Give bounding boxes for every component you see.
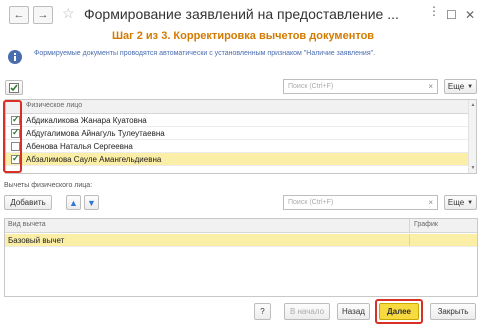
help-label: ?	[260, 307, 265, 316]
move-down-button[interactable]: ▼	[84, 195, 99, 210]
deductions-table: Вид вычета График Базовый вычет	[4, 218, 478, 297]
star-icon[interactable]: ☆	[62, 5, 75, 22]
table-header: Физическое лицо	[6, 100, 468, 114]
employee-name: Абдикаликова Жанара Куатовна	[26, 116, 147, 125]
deduction-name: Базовый вычет	[8, 236, 65, 245]
move-up-button[interactable]: ▲	[66, 195, 81, 210]
next-highlight	[375, 299, 423, 324]
maximize-icon[interactable]: ☐	[446, 8, 457, 22]
table-row[interactable]: Абзалимова Сауле Амангельдиевна	[6, 153, 468, 166]
more-button-label: Еще	[447, 198, 465, 207]
employee-name: Абзалимова Сауле Амангельдиевна	[26, 155, 162, 164]
search-input[interactable]: Поиск (Ctrl+F) ×	[283, 79, 438, 94]
employee-name: Абенова Наталья Сергеевна	[26, 142, 133, 151]
forward-button[interactable]: →	[33, 6, 53, 24]
column-divider	[409, 234, 410, 246]
scroll-down-icon[interactable]: ▼	[469, 164, 476, 172]
clear-icon[interactable]: ×	[428, 198, 433, 207]
chevron-down-icon: ▼	[467, 83, 474, 90]
info-text: Формируемые документы проводятся автомат…	[34, 50, 376, 57]
table-row[interactable]: Базовый вычет	[5, 234, 477, 247]
back-step-button[interactable]: Назад	[337, 303, 370, 320]
employees-table: Физическое лицо Абдикаликова Жанара Куат…	[5, 99, 477, 174]
back-button[interactable]: ←	[9, 6, 29, 24]
column-header-deduction: Вид вычета	[8, 221, 46, 228]
info-icon	[8, 50, 22, 64]
start-label: В начало	[289, 307, 325, 316]
chevron-down-icon: ▼	[467, 199, 474, 206]
check-list-icon	[9, 82, 19, 93]
table-header: Вид вычета График	[5, 219, 477, 233]
step-title: Шаг 2 из 3. Корректировка вычетов докуме…	[111, 30, 375, 42]
table-row[interactable]: Абдикаликова Жанара Куатовна	[6, 114, 468, 127]
arrow-right-icon: →	[37, 9, 49, 21]
search-placeholder: Поиск (Ctrl+F)	[288, 83, 334, 90]
table-row[interactable]: Абдугалимова Айнагуль Тулеутаевна	[6, 127, 468, 140]
arrow-down-icon: ▼	[87, 197, 96, 208]
check-all-button[interactable]	[5, 80, 23, 95]
close-button[interactable]: Закрыть	[430, 303, 476, 320]
scroll-up-icon[interactable]: ▲	[469, 101, 476, 109]
more-button-label: Еще	[447, 82, 465, 91]
column-header-employee: Физическое лицо	[26, 102, 83, 109]
title-bar: ← → ☆ Формирование заявлений на предоста…	[0, 0, 486, 30]
add-button[interactable]: Добавить	[4, 195, 52, 210]
help-button[interactable]: ?	[254, 303, 271, 320]
column-divider	[409, 219, 410, 232]
checkbox-highlight	[3, 100, 22, 173]
table-row[interactable]: Абенова Наталья Сергеевна	[6, 140, 468, 153]
close-icon[interactable]: ✕	[465, 8, 475, 22]
arrow-up-icon: ▲	[69, 197, 78, 208]
column-header-schedule: График	[414, 221, 438, 228]
deductions-label: Вычеты физического лица:	[4, 182, 93, 189]
clear-icon[interactable]: ×	[428, 82, 433, 91]
window-title: Формирование заявлений на предоставление…	[84, 6, 399, 22]
more-vertical-icon[interactable]: ⋮	[428, 4, 440, 18]
more-button[interactable]: Еще ▼	[444, 79, 477, 94]
arrow-left-icon: ←	[13, 9, 25, 21]
scrollbar[interactable]: ▲ ▼	[468, 100, 476, 173]
employee-name: Абдугалимова Айнагуль Тулеутаевна	[26, 129, 165, 138]
back-step-label: Назад	[342, 307, 365, 316]
start-button[interactable]: В начало	[284, 303, 330, 320]
close-label: Закрыть	[437, 307, 469, 316]
search-input[interactable]: Поиск (Ctrl+F) ×	[283, 195, 438, 210]
add-button-label: Добавить	[10, 198, 46, 207]
more-button[interactable]: Еще ▼	[444, 195, 477, 210]
search-placeholder: Поиск (Ctrl+F)	[288, 199, 334, 206]
